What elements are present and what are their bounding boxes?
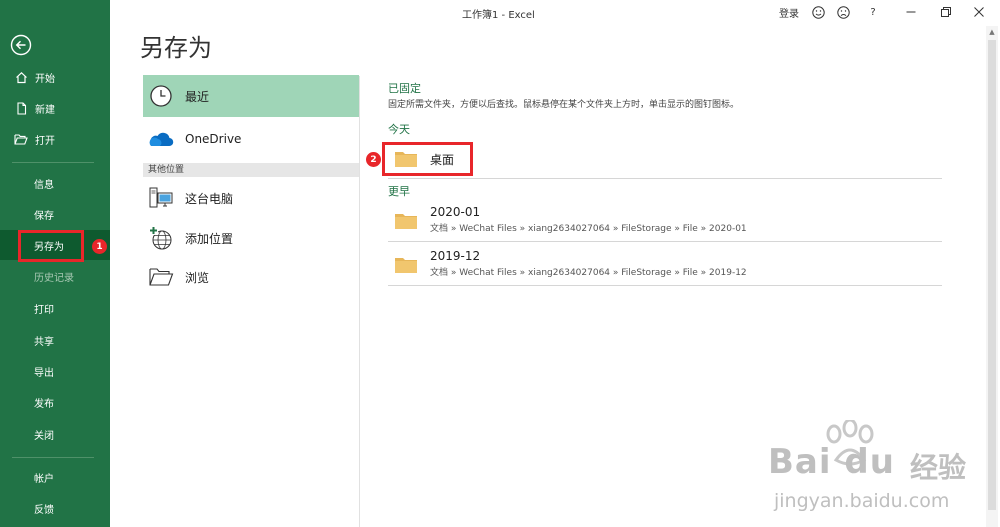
folder-row-2020-01[interactable]: 2020-01 文档 » WeChat Files » xiang2634027… [388,200,942,240]
backstage-sidebar: 开始 新建 打开 信息 保存 另存为 历史记录 打印 共享 导出 发布 关闭 帐… [0,0,110,527]
location-this-pc[interactable]: 这台电脑 [143,177,359,219]
sidebar-item-label: 保存 [34,210,54,222]
location-onedrive[interactable]: OneDrive [143,118,359,160]
location-label: 浏览 [185,270,210,285]
page-title: 另存为 [140,34,212,62]
sidebar-item-label: 开始 [35,73,55,85]
location-label: OneDrive [185,132,242,146]
sidebar-item-home[interactable]: 开始 [0,62,110,92]
home-icon [14,70,28,84]
scroll-up-arrow-icon[interactable]: ▲ [986,26,998,38]
pinned-section-title: 已固定 [388,82,421,95]
location-recent[interactable]: 最近 [143,75,359,117]
sidebar-item-new[interactable]: 新建 [0,93,110,123]
sidebar-item-label: 导出 [34,367,54,379]
sidebar-item-info[interactable]: 信息 [0,168,110,198]
sidebar-item-feedback[interactable]: 反馈 [0,493,110,523]
smile-feedback-icon[interactable] [810,4,826,20]
computer-icon [148,185,174,211]
sidebar-item-label: 打印 [34,304,54,316]
sidebar-item-print[interactable]: 打印 [0,293,110,323]
folder-open-icon [148,264,174,290]
location-label: 添加位置 [185,231,234,246]
sidebar-item-label: 关闭 [34,430,54,442]
help-button[interactable]: ? [866,4,880,20]
annotation-badge: 1 [92,239,107,254]
row-divider [388,178,942,179]
folder-path: 文档 » WeChat Files » xiang2634027064 » Fi… [430,268,747,278]
sign-in-button[interactable]: 登录 [777,4,801,20]
sidebar-item-share[interactable]: 共享 [0,325,110,355]
sidebar-item-label: 反馈 [34,504,54,516]
sidebar-item-label: 新建 [35,104,55,116]
today-section-title: 今天 [388,123,410,136]
sidebar-item-history: 历史记录 [0,261,110,291]
location-browse[interactable]: 浏览 [143,256,359,298]
annotation-badge: 2 [366,152,381,167]
row-divider [388,241,942,242]
sidebar-item-label: 信息 [34,179,54,191]
sidebar-item-open[interactable]: 打开 [0,124,110,154]
open-folder-icon [14,132,28,146]
sidebar-item-account[interactable]: 帐户 [0,462,110,492]
add-place-globe-icon [148,225,174,251]
sidebar-item-close[interactable]: 关闭 [0,419,110,449]
folder-name: 2019-12 [430,249,481,263]
location-label: 最近 [185,89,210,104]
folder-row-2019-12[interactable]: 2019-12 文档 » WeChat Files » xiang2634027… [388,244,942,284]
sidebar-item-label: 共享 [34,336,54,348]
sidebar-item-label: 打开 [35,135,55,147]
sidebar-item-label: 历史记录 [34,272,74,284]
cloud-icon [148,126,174,152]
sidebar-item-label: 发布 [34,398,54,410]
other-locations-header: 其他位置 [143,163,359,177]
sidebar-item-save[interactable]: 保存 [0,199,110,229]
sidebar-item-label: 帐户 [34,473,54,485]
folder-icon [395,212,417,229]
frown-feedback-icon[interactable] [835,4,851,20]
pinned-description: 固定所需文件夹，方便以后查找。鼠标悬停在某个文件夹上方时，单击显示的图钉图标。 [388,100,740,110]
row-divider [388,285,942,286]
excel-backstage-window: 开始 新建 打开 信息 保存 另存为 历史记录 打印 共享 导出 发布 关闭 帐… [0,0,1000,527]
watermark-url: jingyan.baidu.com [774,490,950,512]
clock-icon [148,83,174,109]
new-document-icon [14,101,28,115]
folder-icon [395,256,417,273]
sidebar-divider [12,457,94,458]
close-icon[interactable] [972,4,986,20]
sidebar-divider [12,162,94,163]
restore-icon[interactable] [939,4,953,20]
earlier-section-title: 更早 [388,185,410,198]
location-add-place[interactable]: 添加位置 [143,217,359,259]
sidebar-item-export[interactable]: 导出 [0,356,110,386]
annotation-highlight-box [18,230,84,262]
baidu-jingyan-watermark: Bai du 经验 jingyan.baidu.com [760,420,990,520]
watermark-brand-cn: 经验 [910,451,967,484]
annotation-highlight-box [382,142,473,176]
minimize-icon[interactable] [904,4,918,20]
folder-path: 文档 » WeChat Files » xiang2634027064 » Fi… [430,224,747,234]
column-divider [359,76,360,527]
back-arrow-icon[interactable] [10,34,32,56]
location-label: 这台电脑 [185,191,234,206]
watermark-brand: Bai du [768,442,895,482]
window-title: 工作簿1 - Excel [462,10,535,21]
folder-name: 2020-01 [430,205,481,219]
sidebar-item-publish[interactable]: 发布 [0,387,110,417]
